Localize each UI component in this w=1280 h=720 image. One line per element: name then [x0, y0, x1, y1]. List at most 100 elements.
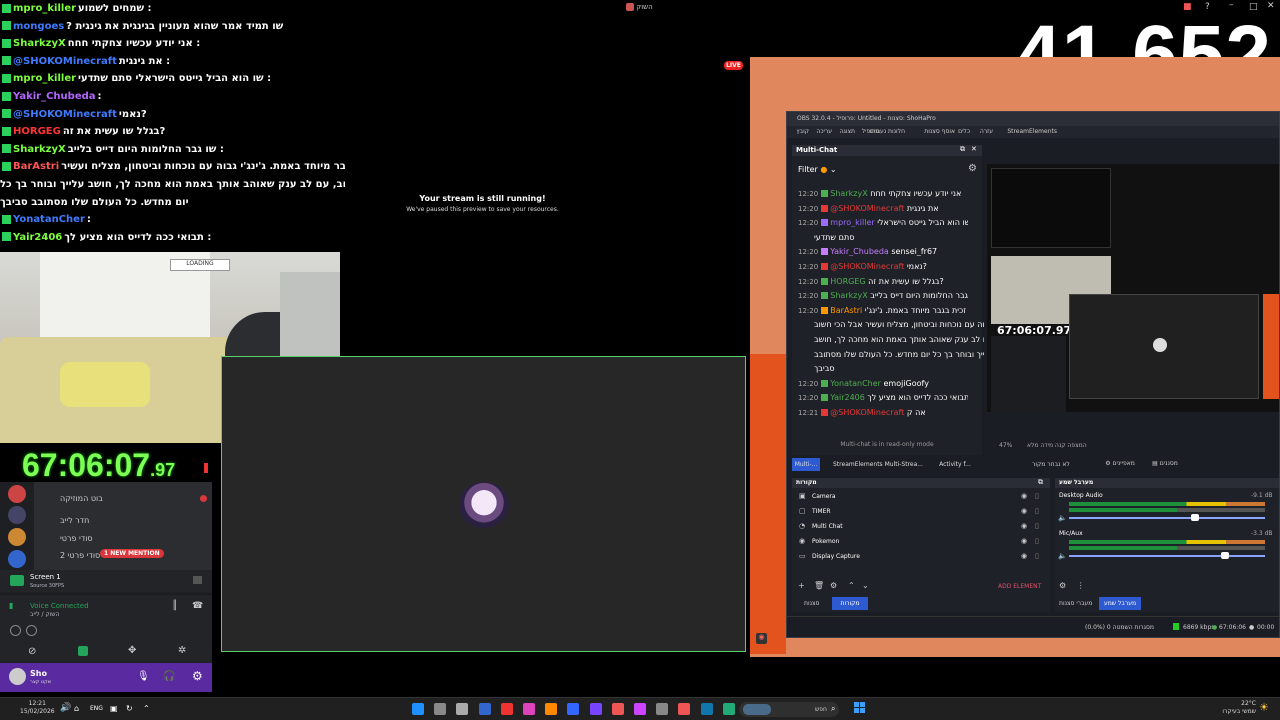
menu-item[interactable]: כלים	[958, 128, 970, 135]
taskbar-app-icon[interactable]	[500, 703, 513, 715]
mixer-menu-icon[interactable]: ⋮	[1077, 581, 1085, 590]
mic-icon[interactable]: 🎙	[137, 671, 150, 682]
refresh-icon[interactable]: ↻	[126, 704, 133, 713]
move-down-icon[interactable]: ⌄	[862, 581, 869, 590]
source-gear-icon[interactable]: ⚙	[830, 581, 837, 590]
taskbar-app-icon[interactable]	[412, 703, 424, 715]
minimize-icon[interactable]: –	[1229, 0, 1234, 10]
activities-icon[interactable]: ✥	[128, 645, 136, 656]
speaker-icon[interactable]: 🔈	[1058, 514, 1067, 522]
eye-icon[interactable]: ◉	[1021, 492, 1027, 500]
tab-transitions[interactable]: מעברי סצנות	[1059, 600, 1092, 607]
properties-button[interactable]: ⚙ מאפיינים	[1097, 457, 1143, 470]
eye-icon[interactable]: ◉	[1021, 507, 1027, 515]
float-sources-icon[interactable]: ⧉	[1038, 478, 1043, 487]
disconnect-icon[interactable]: ☎	[192, 601, 203, 611]
share-screen-icon[interactable]	[78, 646, 88, 656]
corner-icon[interactable]: ◉	[756, 633, 767, 644]
taskbar-app-icon[interactable]	[545, 703, 558, 715]
tab-mixer[interactable]: מערבל שמע	[1099, 597, 1141, 610]
mixer-settings-icon[interactable]: ⚙	[1059, 581, 1066, 590]
voice-channel[interactable]: השוק / לייב	[30, 611, 59, 618]
float-dock-icon[interactable]: ⧉	[960, 145, 965, 154]
taskbar-app-icon[interactable]	[700, 703, 713, 715]
taskbar-app-icon[interactable]	[589, 703, 602, 715]
source-item[interactable]: ▭ Display Capture ◉ ▯	[792, 550, 1050, 564]
channel-item-0[interactable]: בוט המוזיקה	[60, 494, 103, 503]
server-avatar-4[interactable]	[8, 550, 26, 568]
lock-icon[interactable]: ▯	[1035, 492, 1039, 500]
lock-icon[interactable]: ▯	[1035, 552, 1039, 560]
taskbar-app-icon[interactable]	[656, 703, 669, 715]
trash-icon[interactable]: 🗑	[814, 581, 824, 590]
clock[interactable]: 12:21 15/02/2026	[20, 700, 55, 716]
dock-tab[interactable]: StreamElements Multi-Strea...	[828, 458, 928, 471]
tab-sources[interactable]: מקורות	[832, 597, 868, 610]
camera-off-icon[interactable]: ⊘	[28, 646, 36, 657]
taskbar-search[interactable]: חפש ⌕	[739, 702, 839, 717]
chat-settings-icon[interactable]: ⚙	[968, 163, 977, 174]
settings-icon[interactable]: ⚙	[192, 669, 203, 683]
stop-share-icon[interactable]	[193, 576, 202, 584]
menu-item[interactable]: עריכה	[816, 128, 832, 135]
weather-widget[interactable]: 22°C שמשי בעיקרו	[1210, 700, 1256, 716]
volume-slider[interactable]	[1069, 517, 1265, 519]
volume-handle[interactable]	[1221, 552, 1229, 559]
taskbar-app-icon[interactable]	[634, 703, 646, 715]
channel-item-2[interactable]: סודי פרטי	[60, 534, 93, 543]
source-item[interactable]: ◔ Multi Chat ◉ ▯	[792, 520, 1050, 534]
menu-item[interactable]: קובץ	[796, 128, 809, 135]
maximize-icon[interactable]: □	[1249, 2, 1258, 12]
network-icon[interactable]: ⌂	[74, 704, 79, 713]
language-indicator[interactable]: ENG	[90, 705, 103, 712]
filters-button[interactable]: ▤ מסננים	[1145, 457, 1185, 470]
source-item[interactable]: ▣ Camera ◉ ▯	[792, 490, 1050, 504]
user-avatar[interactable]	[9, 668, 26, 685]
start-button[interactable]	[854, 702, 866, 714]
eye-icon[interactable]: ◉	[1021, 552, 1027, 560]
soundboard-button-icon[interactable]: ✲	[178, 645, 186, 656]
source-item[interactable]: ◉ Pokemon ◉ ▯	[792, 535, 1050, 549]
noise-icon[interactable]	[10, 625, 21, 636]
taskbar-app-icon[interactable]	[722, 703, 735, 715]
speaker-icon[interactable]: 🔈	[1058, 552, 1067, 560]
menu-item[interactable]: חלונות נעגנים	[870, 128, 905, 135]
menu-item[interactable]: StreamElements	[1007, 128, 1057, 135]
help-icon[interactable]: ?	[1205, 2, 1210, 12]
filter-dropdown[interactable]: Filter ● ⌄	[798, 165, 837, 174]
taskbar-app-icon[interactable]	[456, 703, 469, 715]
taskbar-app-icon[interactable]	[678, 703, 691, 715]
mention-badge[interactable]: 1 NEW MENTION	[100, 549, 164, 558]
server-avatar-3[interactable]	[8, 528, 26, 546]
taskbar-app-icon[interactable]	[434, 703, 447, 715]
volume-handle[interactable]	[1191, 514, 1199, 521]
channel-item-1[interactable]: חדר לייב	[60, 516, 89, 525]
taskbar-app-icon[interactable]	[611, 703, 624, 715]
volume-slider[interactable]	[1069, 555, 1265, 557]
menu-item[interactable]: אוסף סצנות	[924, 128, 955, 135]
source-item[interactable]: ▢ TIMER ◉ ▯	[792, 505, 1050, 519]
server-avatar-1[interactable]	[8, 485, 26, 503]
obs-preview[interactable]: 67:06:07.97	[987, 164, 1279, 412]
taskbar-app-icon[interactable]	[523, 703, 535, 715]
lock-icon[interactable]: ▯	[1035, 507, 1039, 515]
preview-zoom[interactable]: 47%	[999, 442, 1012, 449]
record-icon[interactable]: ■	[1183, 2, 1192, 12]
add-element-button[interactable]: ADD ELEMENT	[998, 583, 1041, 590]
volume-icon[interactable]: 🔊	[60, 703, 71, 713]
taskbar-app-icon[interactable]	[478, 703, 491, 715]
close-dock-icon[interactable]: ✕	[971, 145, 977, 153]
eye-icon[interactable]: ◉	[1021, 537, 1027, 545]
eye-icon[interactable]: ◉	[1021, 522, 1027, 530]
move-up-icon[interactable]: ⌃	[848, 581, 855, 590]
lock-icon[interactable]: ▯	[1035, 537, 1039, 545]
taskbar-app-icon[interactable]	[567, 703, 580, 715]
channel-item-3[interactable]: סודי פרטי 2	[60, 551, 100, 560]
lock-icon[interactable]: ▯	[1035, 522, 1039, 530]
dock-tab[interactable]: Activity f...	[932, 458, 978, 471]
menu-item[interactable]: תצוגה	[839, 128, 855, 135]
add-icon[interactable]: +	[798, 581, 805, 590]
close-icon[interactable]: ✕	[1267, 1, 1275, 11]
effects-icon[interactable]	[26, 625, 37, 636]
dock-tab[interactable]: Multi-...	[792, 458, 820, 471]
